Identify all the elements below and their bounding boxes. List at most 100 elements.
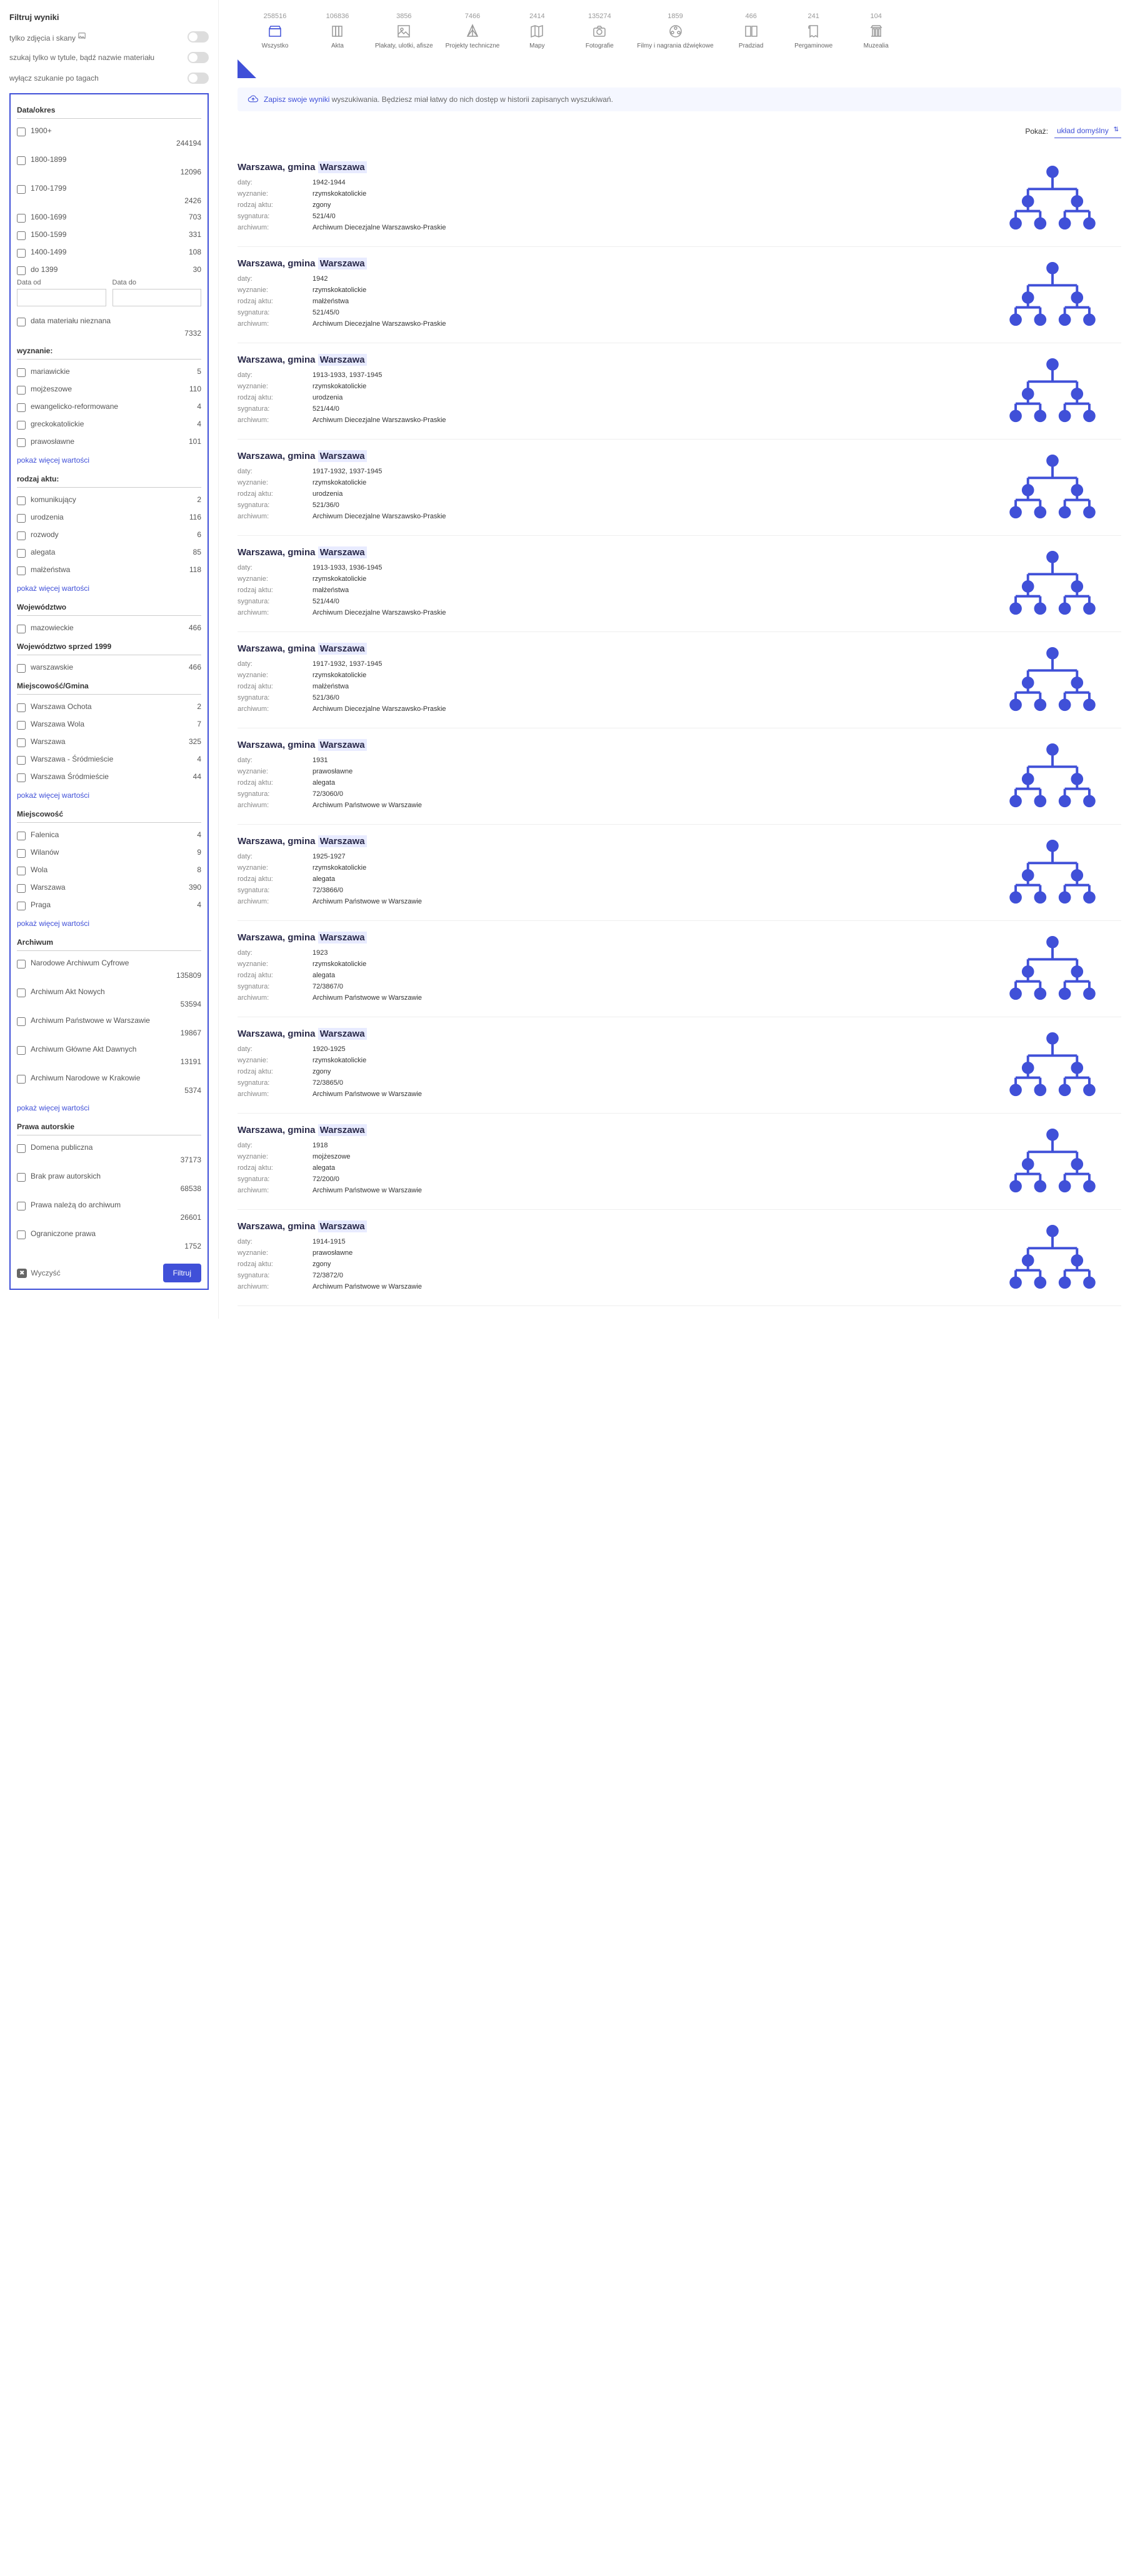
result-item[interactable]: Warszawa, gmina Warszawa daty:1914-1915 … — [238, 1210, 1121, 1306]
result-item[interactable]: Warszawa, gmina Warszawa daty:1913-1933,… — [238, 536, 1121, 632]
filter-item[interactable]: Wilanów9 — [17, 844, 201, 862]
category-tab[interactable]: 241 Pergaminowe — [789, 13, 839, 50]
checkbox[interactable] — [17, 1017, 26, 1026]
checkbox[interactable] — [17, 249, 26, 258]
checkbox[interactable] — [17, 721, 26, 730]
checkbox[interactable] — [17, 421, 26, 430]
category-tab[interactable]: 3856 Plakaty, ulotki, afisze — [375, 13, 433, 50]
result-item[interactable]: Warszawa, gmina Warszawa daty:1918 wyzna… — [238, 1114, 1121, 1210]
filter-item[interactable]: Brak praw autorskich68538 — [17, 1168, 201, 1197]
result-item[interactable]: Warszawa, gmina Warszawa daty:1925-1927 … — [238, 825, 1121, 921]
category-tab[interactable]: 258516 Wszystko — [250, 13, 300, 50]
sort-select[interactable]: układ domyślny — [1054, 124, 1121, 138]
toggle-switch[interactable] — [188, 73, 209, 84]
checkbox[interactable] — [17, 231, 26, 240]
toggle-switch[interactable] — [188, 31, 209, 43]
toggle-switch[interactable] — [188, 52, 209, 63]
filter-item[interactable]: Archiwum Główne Akt Dawnych13191 — [17, 1041, 201, 1070]
checkbox[interactable] — [17, 514, 26, 523]
apply-filter-button[interactable]: Filtruj — [163, 1264, 201, 1282]
show-more-link[interactable]: pokaż więcej wartości — [17, 786, 201, 805]
category-tab[interactable]: 2414 Mapy — [512, 13, 562, 50]
show-more-link[interactable]: pokaż więcej wartości — [17, 1099, 201, 1117]
checkbox[interactable] — [17, 1202, 26, 1210]
checkbox[interactable] — [17, 738, 26, 747]
filter-item[interactable]: Praga4 — [17, 897, 201, 914]
checkbox[interactable] — [17, 531, 26, 540]
filter-item[interactable]: Warszawa325 — [17, 733, 201, 751]
checkbox[interactable] — [17, 625, 26, 633]
filter-item[interactable]: do 139930 — [17, 261, 201, 279]
filter-item[interactable]: Archiwum Narodowe w Krakowie5374 — [17, 1070, 201, 1099]
checkbox[interactable] — [17, 496, 26, 505]
filter-item[interactable]: Warszawa - Śródmieście4 — [17, 751, 201, 768]
date-from-input[interactable] — [17, 289, 106, 306]
checkbox[interactable] — [17, 832, 26, 840]
filter-item[interactable]: greckokatolickie4 — [17, 416, 201, 433]
category-tab[interactable]: 7466 Projekty techniczne — [446, 13, 500, 50]
checkbox[interactable] — [17, 989, 26, 997]
filter-item[interactable]: 1800-189912096 — [17, 151, 201, 180]
filter-item[interactable]: Wola8 — [17, 862, 201, 879]
checkbox[interactable] — [17, 664, 26, 673]
result-item[interactable]: Warszawa, gmina Warszawa daty:1913-1933,… — [238, 343, 1121, 440]
filter-item[interactable]: Warszawa Wola7 — [17, 716, 201, 733]
result-item[interactable]: Warszawa, gmina Warszawa daty:1917-1932,… — [238, 632, 1121, 728]
filter-item[interactable]: 1500-1599331 — [17, 226, 201, 244]
show-more-link[interactable]: pokaż więcej wartości — [17, 451, 201, 470]
filter-item[interactable]: mazowieckie466 — [17, 620, 201, 637]
filter-item[interactable]: ewangelicko-reformowane4 — [17, 398, 201, 416]
checkbox[interactable] — [17, 1173, 26, 1182]
save-results-link[interactable]: Zapisz swoje wyniki — [264, 95, 329, 104]
filter-item[interactable]: Warszawa390 — [17, 879, 201, 897]
date-unknown-item[interactable]: data materiału nieznana 7332 — [17, 313, 201, 341]
checkbox[interactable] — [17, 1075, 26, 1084]
result-item[interactable]: Warszawa, gmina Warszawa daty:1923 wyzna… — [238, 921, 1121, 1017]
show-more-link[interactable]: pokaż więcej wartości — [17, 914, 201, 933]
checkbox[interactable] — [17, 849, 26, 858]
checkbox[interactable] — [17, 756, 26, 765]
result-item[interactable]: Warszawa, gmina Warszawa daty:1942-1944 … — [238, 151, 1121, 247]
filter-item[interactable]: Domena publiczna37173 — [17, 1139, 201, 1168]
filter-item[interactable]: mojżeszowe110 — [17, 381, 201, 398]
checkbox[interactable] — [17, 1144, 26, 1153]
checkbox[interactable] — [17, 902, 26, 910]
checkbox[interactable] — [17, 403, 26, 412]
checkbox[interactable] — [17, 566, 26, 575]
checkbox[interactable] — [17, 156, 26, 165]
checkbox[interactable] — [17, 185, 26, 194]
checkbox[interactable] — [17, 1046, 26, 1055]
show-more-link[interactable]: pokaż więcej wartości — [17, 579, 201, 598]
filter-item[interactable]: małżeństwa118 — [17, 561, 201, 579]
category-tab[interactable]: 1859 Filmy i nagrania dźwiękowe — [637, 13, 713, 50]
checkbox[interactable] — [17, 318, 26, 326]
result-item[interactable]: Warszawa, gmina Warszawa daty:1920-1925 … — [238, 1017, 1121, 1114]
filter-item[interactable]: mariawickie5 — [17, 363, 201, 381]
result-item[interactable]: Warszawa, gmina Warszawa daty:1942 wyzna… — [238, 247, 1121, 343]
filter-item[interactable]: prawosławne101 — [17, 433, 201, 451]
checkbox[interactable] — [17, 773, 26, 782]
filter-item[interactable]: Warszawa Ochota2 — [17, 698, 201, 716]
checkbox[interactable] — [17, 214, 26, 223]
filter-item[interactable]: Narodowe Archiwum Cyfrowe135809 — [17, 955, 201, 984]
checkbox[interactable] — [17, 438, 26, 447]
filter-item[interactable]: Archiwum Akt Nowych53594 — [17, 984, 201, 1012]
category-tab[interactable]: 135274 Fotografie — [574, 13, 624, 50]
filter-item[interactable]: urodzenia116 — [17, 509, 201, 526]
checkbox[interactable] — [17, 386, 26, 395]
checkbox[interactable] — [17, 1230, 26, 1239]
filter-item[interactable]: alegata85 — [17, 544, 201, 561]
category-tab[interactable]: 106836 Akta — [312, 13, 362, 50]
filter-item[interactable]: rozwody6 — [17, 526, 201, 544]
filter-item[interactable]: Falenica4 — [17, 827, 201, 844]
filter-item[interactable]: warszawskie466 — [17, 659, 201, 677]
checkbox[interactable] — [17, 867, 26, 875]
clear-button[interactable]: Wyczyść — [17, 1269, 61, 1278]
filter-item[interactable]: Warszawa Śródmieście44 — [17, 768, 201, 786]
checkbox[interactable] — [17, 960, 26, 969]
checkbox[interactable] — [17, 884, 26, 893]
filter-item[interactable]: Ograniczone prawa1752 — [17, 1225, 201, 1254]
filter-item[interactable]: 1600-1699703 — [17, 209, 201, 226]
filter-item[interactable]: komunikujący2 — [17, 491, 201, 509]
checkbox[interactable] — [17, 266, 26, 275]
